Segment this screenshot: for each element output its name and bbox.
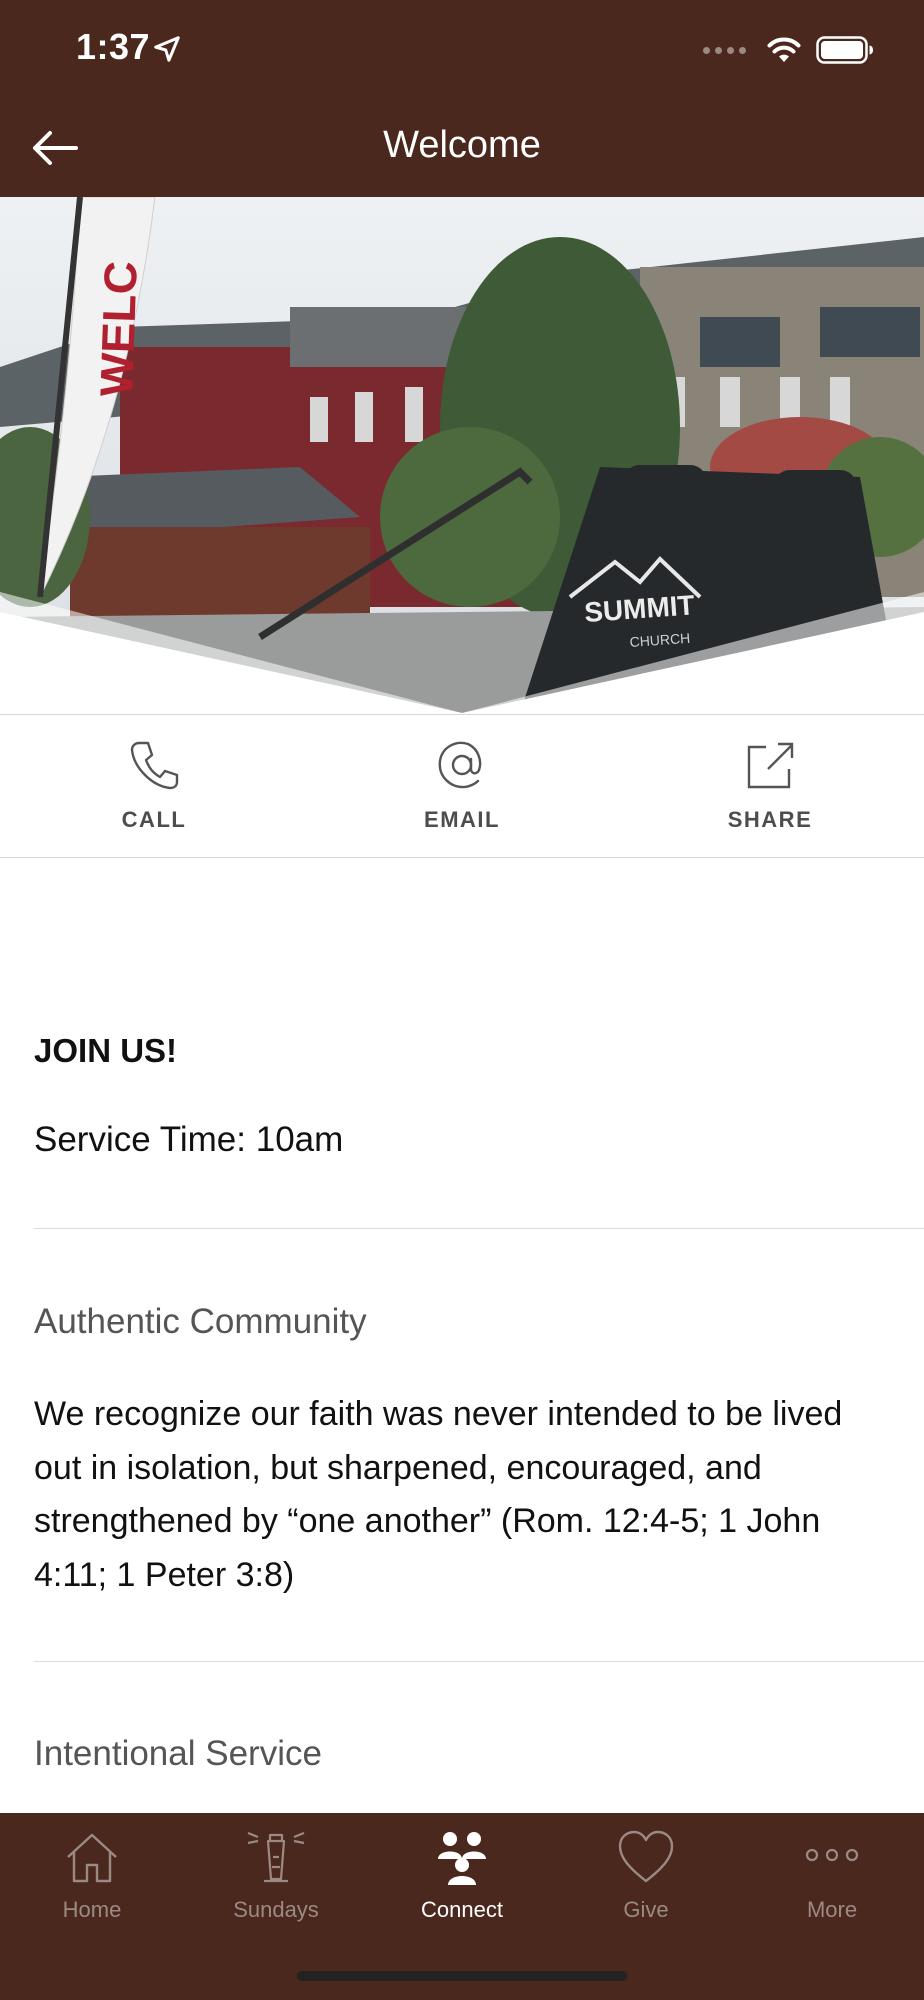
share-icon — [747, 742, 794, 789]
tab-connect-label: Connect — [421, 1897, 503, 1922]
flag-text: WELC — [90, 260, 147, 397]
call-label: CALL — [121, 807, 187, 832]
tab-give-label: Give — [623, 1897, 669, 1922]
email-label: EMAIL — [424, 807, 500, 832]
share-label: SHARE — [727, 807, 813, 832]
join-heading: JOIN US! — [34, 1032, 178, 1069]
at-icon — [438, 741, 482, 789]
home-indicator[interactable] — [297, 1971, 627, 1981]
signal-icon — [703, 46, 746, 54]
service-time: Service Time: 10am — [34, 1120, 344, 1159]
action-bar: CALL EMAIL SHARE — [0, 714, 924, 858]
phone-icon — [130, 741, 179, 790]
lighthouse-icon — [247, 1831, 305, 1883]
status-time: 1:37 — [76, 26, 151, 67]
tab-give[interactable]: Give — [576, 1827, 716, 1923]
divider — [34, 1228, 924, 1229]
section-heading-community: Authentic Community — [34, 1302, 367, 1341]
tab-sundays-label: Sundays — [233, 1897, 319, 1922]
call-button[interactable]: CALL — [0, 715, 308, 857]
status-icons — [703, 30, 874, 70]
tab-home[interactable]: Home — [22, 1827, 162, 1923]
battery-icon — [816, 36, 873, 64]
people-icon — [438, 1832, 486, 1885]
wifi-icon — [767, 37, 801, 62]
more-dots-icon — [805, 1848, 859, 1862]
tab-home-label: Home — [62, 1897, 122, 1922]
location-arrow-icon — [154, 36, 180, 62]
divider — [34, 1661, 924, 1662]
section-heading-service: Intentional Service — [34, 1734, 322, 1773]
tab-connect[interactable]: Connect — [392, 1827, 532, 1923]
tab-more[interactable]: More — [762, 1827, 902, 1923]
heart-icon — [618, 1830, 674, 1883]
tab-sundays[interactable]: Sundays — [206, 1827, 346, 1923]
section-body-community: We recognize our faith was never intende… — [34, 1395, 843, 1594]
app-header: 1:37 Welcome — [0, 0, 924, 197]
email-button[interactable]: EMAIL — [308, 715, 616, 857]
home-icon — [67, 1833, 117, 1883]
page-title: Welcome — [383, 124, 541, 166]
hero-image: WELC SUMMIT CHURCH — [0, 197, 924, 713]
share-button[interactable]: SHARE — [616, 715, 924, 857]
tab-more-label: More — [806, 1897, 858, 1922]
